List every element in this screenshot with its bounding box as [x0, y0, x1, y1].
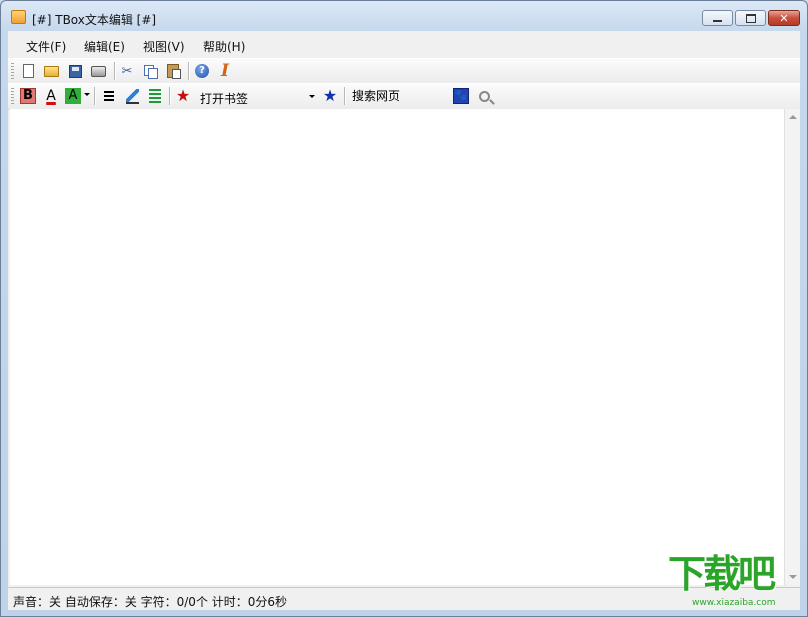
add-bookmark-button[interactable]: ★ [321, 87, 339, 105]
add-bookmark-star-icon: ★ [322, 86, 338, 105]
find-button[interactable] [475, 87, 493, 105]
pen-icon [125, 88, 139, 104]
standard-toolbar: ✂ ? I [8, 58, 800, 84]
vertical-scrollbar[interactable] [784, 109, 800, 585]
toolbar-separator [344, 87, 346, 105]
minimize-icon [713, 20, 722, 22]
highlight-dropdown-chevron-icon[interactable] [84, 93, 90, 96]
paste-icon [167, 64, 181, 79]
toolbar-separator [169, 87, 171, 105]
outline-icon [149, 89, 161, 103]
highlight-button[interactable]: A [64, 87, 82, 105]
app-window: [#] TBox文本编辑 [#] ✕ 文件(F) 编辑(E) 视图(V) 帮助(… [0, 0, 808, 617]
toolbar-separator [188, 62, 190, 80]
maximize-button[interactable] [735, 10, 766, 26]
copy-button[interactable] [141, 62, 159, 80]
bold-button[interactable]: B [19, 87, 37, 105]
paste-button[interactable] [164, 62, 182, 80]
bold-icon: B [20, 88, 36, 104]
format-toolbar: B A A ★ 打开书签 ★ 🐾 [8, 83, 800, 110]
watermark-url: www.xiazaiba.com [692, 598, 776, 608]
maximize-icon [745, 14, 756, 23]
web-search-input[interactable] [349, 87, 449, 105]
help-icon: ? [195, 64, 209, 78]
font-icon: I [221, 61, 229, 81]
menu-help[interactable]: 帮助(H) [203, 38, 245, 55]
paw-icon: 🐾 [453, 88, 469, 104]
bookmark-dropdown-chevron-icon [309, 95, 315, 98]
save-icon [68, 64, 82, 78]
toolbar-separator [94, 87, 96, 105]
menu-edit[interactable]: 编辑(E) [84, 38, 125, 55]
baidu-search-button[interactable]: 🐾 [452, 87, 470, 105]
toolbar-grip[interactable] [11, 63, 14, 79]
toolbar-separator [114, 62, 116, 80]
font-color-icon: A [46, 88, 56, 104]
bookmark-select[interactable]: 打开书签 [194, 87, 319, 106]
menu-view[interactable]: 视图(V) [143, 38, 185, 55]
menu-bar: 文件(F) 编辑(E) 视图(V) 帮助(H) [8, 31, 800, 58]
align-icon [104, 91, 114, 101]
font-button[interactable]: I [216, 61, 234, 81]
text-editor[interactable] [10, 109, 784, 585]
bookmark-button[interactable]: ★ [174, 87, 192, 105]
print-icon [90, 65, 106, 77]
window-title: [#] TBox文本编辑 [#] [32, 13, 157, 27]
copy-icon [143, 65, 158, 79]
font-color-button[interactable]: A [42, 87, 60, 105]
watermark-logo: 下载吧 [668, 552, 776, 596]
search-icon [478, 90, 490, 102]
pen-button[interactable] [123, 87, 141, 105]
bookmark-star-icon: ★ [175, 86, 191, 105]
align-button[interactable] [100, 87, 118, 105]
open-folder-icon [43, 65, 59, 77]
outline-button[interactable] [146, 87, 164, 105]
save-button[interactable] [66, 62, 84, 80]
close-icon: ✕ [779, 12, 789, 25]
toolbar-grip[interactable] [11, 88, 14, 104]
client-area: 文件(F) 编辑(E) 视图(V) 帮助(H) ✂ ? I B A A ★ 打开… [8, 31, 800, 610]
menu-file[interactable]: 文件(F) [26, 38, 66, 55]
open-button[interactable] [42, 62, 60, 80]
status-text: 声音：关 自动保存：关 字符：0/0个 计时：0分6秒 [13, 595, 288, 609]
app-icon[interactable] [11, 10, 26, 24]
bookmark-select-value: 打开书签 [200, 92, 249, 106]
cut-icon: ✂ [121, 63, 133, 79]
cut-button[interactable]: ✂ [118, 62, 136, 80]
new-document-icon [22, 64, 34, 78]
new-button[interactable] [19, 62, 37, 80]
minimize-button[interactable] [702, 10, 733, 26]
help-button[interactable]: ? [193, 62, 211, 80]
scroll-up-icon[interactable] [789, 115, 797, 119]
watermark: 下载吧 www.xiazaiba.com [668, 552, 802, 612]
title-bar[interactable]: [#] TBox文本编辑 [#] ✕ [1, 1, 807, 31]
print-button[interactable] [89, 62, 107, 80]
close-button[interactable]: ✕ [768, 10, 800, 26]
highlight-icon: A [65, 88, 81, 104]
